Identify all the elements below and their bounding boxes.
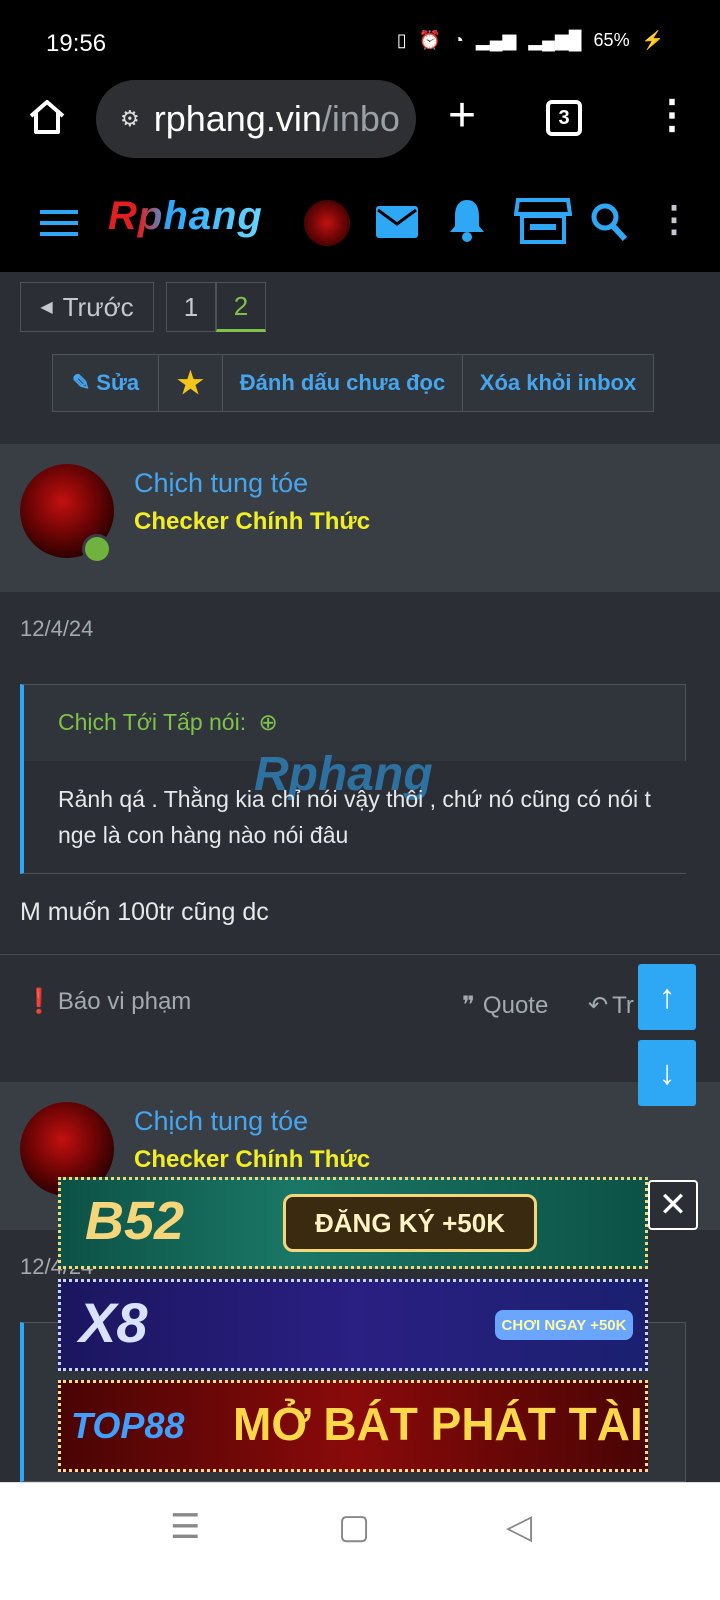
quote-author[interactable]: Chịch Tới Tấp nói: ⊕ — [58, 709, 278, 736]
back-icon[interactable]: ◁ — [506, 1507, 532, 1547]
status-bar: 19:56 ▯ ⏰ ◔ ▂▄▆ ▂▄▆█ 65% ⚡ — [0, 0, 720, 80]
online-status-icon — [82, 534, 112, 564]
site-settings-icon[interactable]: ⚙ — [120, 106, 140, 132]
system-nav-bar: ☰ ▢ ◁ — [0, 1482, 720, 1600]
pagination-page-2[interactable]: 2 — [216, 282, 266, 332]
pagination-page-1[interactable]: 1 — [166, 282, 216, 332]
tab-switcher-button[interactable]: 3 — [546, 100, 582, 136]
status-time: 19:56 — [46, 30, 107, 57]
signal-2-icon: ▂▄▆█ — [528, 30, 582, 50]
user-role: Checker Chính Thức — [134, 1146, 371, 1173]
conversation-actions: ✎ Sửa ★ Đánh dấu chưa đọc Xóa khỏi inbox — [52, 354, 654, 412]
pencil-icon: ✎ — [71, 370, 91, 395]
ad-banner-x8[interactable]: X8 CHƠI NGAY +50K — [58, 1279, 648, 1371]
signal-icon: ▂▄▆ — [475, 30, 517, 50]
hamburger-menu-icon[interactable] — [40, 208, 78, 238]
browser-toolbar: ⚙ rphang.vin/inbo + 3 ⋮ — [0, 80, 720, 180]
ad-close-button[interactable]: ✕ — [648, 1180, 698, 1230]
reply-label: Tr — [612, 992, 634, 1019]
message-text: M muốn 100tr cũng dc — [20, 898, 269, 926]
ad1-brand: B52 — [85, 1191, 185, 1251]
edit-label: Sửa — [96, 370, 140, 395]
report-label: Báo vi phạm — [57, 988, 192, 1015]
post-header: Chịch tung tóe Checker Chính Thức — [0, 444, 720, 592]
url-domain: rphang.vin — [153, 98, 322, 139]
quote-block: Chịch Tới Tấp nói: ⊕ Rphang Rảnh qá . Th… — [20, 684, 686, 874]
search-icon[interactable] — [590, 202, 628, 242]
reply-icon: ↶ — [588, 992, 609, 1019]
quote-text: Rảnh qá . Thằng kia chỉ nói vậy thôi , c… — [58, 786, 651, 848]
post-footer: ❗ Báo vi phạm ❞ Quote ↶ Tr — [0, 954, 720, 1050]
url-path: /inbo — [321, 98, 400, 139]
remove-from-inbox-button[interactable]: Xóa khỏi inbox — [463, 355, 653, 411]
star-button[interactable]: ★ — [159, 355, 223, 411]
quote-author-label: Chịch Tới Tấp nói: — [58, 709, 247, 735]
post-body: 12/4/24 Chịch Tới Tấp nói: ⊕ Rphang Rảnh… — [0, 592, 720, 1048]
ad-banner-top88[interactable]: TOP88 MỞ BÁT PHÁT TÀI — [58, 1380, 648, 1472]
arrow-up-icon: ↑ — [658, 977, 676, 1016]
pagination-prev[interactable]: ◀ Trước — [20, 282, 154, 332]
vibrate-icon: ▯ — [396, 30, 407, 50]
alarm-icon: ⏰ — [418, 30, 442, 50]
quote-label: Quote — [482, 992, 549, 1019]
user-avatar[interactable] — [304, 200, 350, 246]
url-bar[interactable]: ⚙ rphang.vin/inbo — [96, 80, 416, 158]
username[interactable]: Chịch tung tóe — [134, 1106, 308, 1137]
username[interactable]: Chịch tung tóe — [134, 468, 308, 499]
ad-banner-b52[interactable]: B52 ĐĂNG KÝ +50K — [58, 1177, 648, 1269]
ad3-brand: TOP88 — [71, 1405, 185, 1446]
recent-apps-icon[interactable]: ☰ — [170, 1507, 200, 1547]
arrow-up-circle-icon[interactable]: ⊕ — [259, 709, 278, 735]
battery-level: 65% — [593, 30, 630, 50]
browser-menu-icon[interactable]: ⋮ — [652, 92, 692, 138]
quote-button[interactable]: ❞ Quote — [462, 991, 548, 1020]
bell-icon[interactable] — [448, 198, 486, 242]
report-button[interactable]: ❗ Báo vi phạm — [24, 987, 191, 1016]
alert-circle-icon: ❗ — [24, 988, 54, 1015]
star-icon: ★ — [177, 366, 204, 400]
mark-unread-button[interactable]: Đánh dấu chưa đọc — [223, 355, 463, 411]
status-icons: ▯ ⏰ ◔ ▂▄▆ ▂▄▆█ 65% ⚡ — [397, 30, 664, 51]
more-options-icon[interactable]: ⋮ — [656, 198, 692, 240]
mail-icon[interactable] — [376, 206, 418, 238]
user-role: Checker Chính Thức — [134, 508, 371, 535]
post-date[interactable]: 12/4/24 — [20, 616, 93, 642]
ad3-cta: MỞ BÁT PHÁT TÀI — [233, 1398, 643, 1450]
arrow-down-icon: ↓ — [658, 1053, 676, 1092]
site-header: Rphang ⋮ — [0, 180, 720, 272]
close-icon: ✕ — [658, 1186, 688, 1224]
new-tab-icon[interactable]: + — [448, 88, 476, 143]
store-icon[interactable] — [514, 196, 572, 246]
reply-button[interactable]: ↶ Tr — [588, 991, 634, 1020]
wifi-icon: ◔ — [453, 30, 464, 50]
home-button-icon[interactable]: ▢ — [338, 1507, 370, 1547]
pagination-prev-label: Trước — [62, 291, 134, 322]
home-icon[interactable] — [28, 98, 66, 136]
ad1-cta: ĐĂNG KÝ +50K — [283, 1194, 537, 1252]
edit-button[interactable]: ✎ Sửa — [53, 355, 159, 411]
charging-icon: ⚡ — [641, 30, 664, 50]
ad2-cta: CHƠI NGAY +50K — [495, 1310, 633, 1340]
scroll-bottom-button[interactable]: ↓ — [638, 1040, 696, 1106]
site-logo[interactable]: Rphang — [108, 194, 263, 239]
caret-left-icon: ◀ — [40, 299, 53, 316]
ad2-brand: X8 — [79, 1291, 148, 1354]
quote-icon: ❞ — [462, 992, 475, 1019]
scroll-top-button[interactable]: ↑ — [638, 964, 696, 1030]
